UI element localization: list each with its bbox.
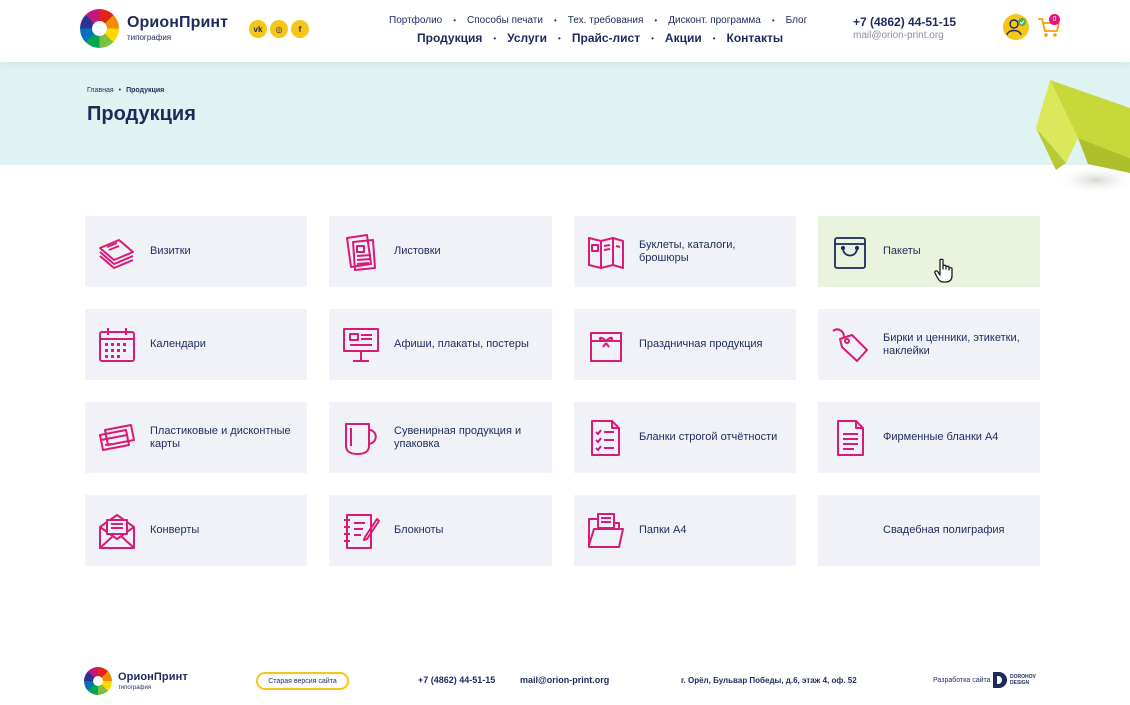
product-label: Буклеты, каталоги, брошюры	[639, 238, 736, 264]
developer-d-icon	[993, 672, 1007, 688]
old-site-button[interactable]: Старая версия сайта	[256, 672, 349, 690]
product-label: Фирменные бланки А4	[883, 431, 999, 443]
product-card-notepads[interactable]: Блокноты	[329, 495, 552, 566]
page-title: Продукция	[87, 103, 196, 125]
product-card-plastic-cards[interactable]: Пластиковые и дисконтные карты	[85, 402, 307, 473]
header-contacts: +7 (4862) 44-51-15 mail@orion-print.org	[853, 15, 956, 42]
secondary-nav: Портфолио • Способы печати • Тех. требован…	[389, 15, 808, 26]
brand-tagline: типография	[127, 33, 172, 42]
logo-mark-icon	[84, 667, 112, 695]
footer-brand-name: ОрионПринт	[118, 670, 188, 683]
letterhead-icon	[830, 418, 870, 458]
nav-printing-methods[interactable]: Способы печати	[467, 15, 543, 26]
header-email[interactable]: mail@orion-print.org	[853, 30, 956, 42]
product-label: Афиши, плакаты, постеры	[394, 338, 529, 350]
breadcrumb: Главная • Продукция	[87, 87, 165, 94]
product-card-tags[interactable]: Бирки и ценники, этикетки, наклейки	[818, 309, 1040, 380]
developer-logo[interactable]: DOROHOV DESIGN	[993, 672, 1036, 688]
product-card-holiday[interactable]: Праздничная продукция	[574, 309, 796, 380]
product-grid: Визитки Листовки Буклеты, каталоги, брош…	[85, 216, 1040, 566]
folder-icon	[586, 511, 626, 551]
booklet-icon	[586, 232, 626, 272]
mug-icon	[341, 418, 381, 458]
cart-count-badge: 0	[1049, 14, 1060, 25]
poster-icon	[341, 325, 381, 365]
bag-icon	[830, 232, 870, 272]
product-label: Пластиковые и дисконтные карты	[150, 424, 291, 450]
notepad-icon	[341, 511, 381, 551]
developer-name-line-2: DESIGN	[1010, 680, 1030, 686]
nav-price-list[interactable]: Прайс-лист	[572, 31, 640, 45]
site-logo[interactable]: ОрионПринт типография	[80, 9, 228, 48]
calendar-icon	[97, 325, 137, 365]
nav-discount-program[interactable]: Дисконт. программа	[668, 15, 761, 26]
footer-brand-tagline: типография	[118, 684, 152, 691]
product-label: Бланки строгой отчётности	[639, 431, 778, 443]
product-label: Конверты	[150, 524, 200, 536]
product-label: Листовки	[394, 245, 441, 257]
user-account-icon[interactable]	[1003, 14, 1029, 40]
product-label: Календари	[150, 338, 206, 350]
product-card-leaflets[interactable]: Листовки	[329, 216, 552, 287]
product-label: Свадебная полиграфия	[883, 524, 1005, 536]
product-label: Бирки и ценники, этикетки, наклейки	[883, 331, 1020, 357]
product-label: Визитки	[150, 245, 191, 257]
product-card-business-cards[interactable]: Визитки	[85, 216, 307, 287]
product-card-souvenirs[interactable]: Сувенирная продукция и упаковка	[329, 402, 552, 473]
tag-icon	[830, 325, 870, 365]
nav-products[interactable]: Продукция	[417, 31, 482, 45]
breadcrumb-home[interactable]: Главная	[87, 87, 114, 94]
main-nav: Продукция • Услуги • Прайс-лист • Акции • Ко…	[417, 31, 784, 45]
nav-blog[interactable]: Блог	[786, 15, 808, 26]
footer-phone[interactable]: +7 (4862) 44-51-15	[418, 675, 495, 685]
breadcrumb-current: Продукция	[126, 87, 165, 94]
vk-icon[interactable]: vk	[249, 20, 267, 38]
footer-email[interactable]: mail@orion-print.org	[520, 675, 609, 685]
nav-tech-requirements[interactable]: Тех. требования	[568, 15, 644, 26]
nav-services[interactable]: Услуги	[507, 31, 547, 45]
product-label: Праздничная продукция	[639, 338, 763, 350]
paper-plane-decoration	[1036, 80, 1130, 194]
footer-address: г. Орёл, Бульвар Победы, д.6, этаж 4, оф…	[681, 676, 857, 685]
product-card-letterheads[interactable]: Фирменные бланки А4	[818, 402, 1040, 473]
product-card-envelopes[interactable]: Конверты	[85, 495, 307, 566]
nav-promotions[interactable]: Акции	[665, 31, 702, 45]
product-label: Папки А4	[639, 524, 687, 536]
product-card-booklets[interactable]: Буклеты, каталоги, брошюры	[574, 216, 796, 287]
leaflets-icon	[341, 232, 381, 272]
instagram-icon[interactable]: ◎	[270, 20, 288, 38]
product-card-folders[interactable]: Папки А4	[574, 495, 796, 566]
product-card-wedding[interactable]: Свадебная полиграфия	[818, 495, 1040, 566]
header-phone[interactable]: +7 (4862) 44-51-15	[853, 15, 956, 30]
product-label: Пакеты	[883, 245, 921, 257]
product-label: Сувенирная продукция и упаковка	[394, 424, 522, 450]
business-cards-icon	[97, 232, 137, 272]
logo-mark-icon	[80, 9, 119, 48]
nav-contacts[interactable]: Контакты	[727, 31, 784, 45]
developer-label: Разработка сайта	[933, 677, 991, 684]
product-label: Блокноты	[394, 524, 444, 536]
product-card-calendars[interactable]: Календари	[85, 309, 307, 380]
plastic-cards-icon	[97, 418, 137, 458]
envelope-icon	[97, 511, 137, 551]
hand-cursor-icon	[934, 258, 953, 283]
product-card-posters[interactable]: Афиши, плакаты, постеры	[329, 309, 552, 380]
gift-box-icon	[586, 325, 626, 365]
facebook-icon[interactable]: f	[291, 20, 309, 38]
page-hero: Главная • Продукция Продукция	[0, 62, 1130, 165]
brand-name: ОрионПринт	[127, 14, 229, 31]
social-links: vk ◎ f	[249, 20, 309, 38]
product-card-forms[interactable]: Бланки строгой отчётности	[574, 402, 796, 473]
nav-portfolio[interactable]: Портфолио	[389, 15, 442, 26]
checklist-form-icon	[586, 418, 626, 458]
product-card-bags[interactable]: Пакеты	[818, 216, 1040, 287]
site-header: ОрионПринт типография vk ◎ f Портфолио • …	[0, 0, 1130, 62]
footer-logo[interactable]: ОрионПринт типография	[84, 667, 188, 695]
